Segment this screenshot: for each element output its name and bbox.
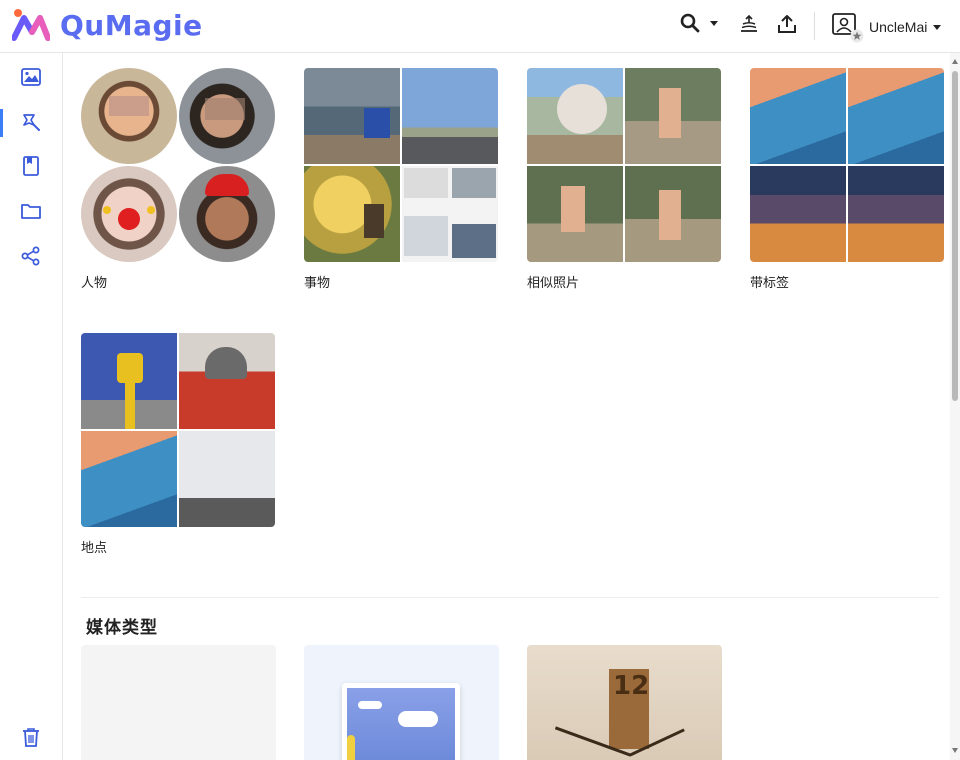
album-label: 带标签 <box>750 275 790 290</box>
avatar <box>831 12 864 43</box>
search-button[interactable] <box>680 13 720 33</box>
album-label: 人物 <box>81 275 108 290</box>
image-placeholder-icon <box>342 683 460 760</box>
album-people[interactable]: 人物 <box>81 68 277 291</box>
thing-thumbnail <box>304 68 400 164</box>
app-logo[interactable]: QuMagie <box>12 8 203 42</box>
photos-icon <box>21 68 41 86</box>
caret-down-icon <box>933 25 942 30</box>
similar-thumbnail <box>527 68 623 164</box>
chevron-down-icon <box>710 21 718 26</box>
place-thumbnail <box>81 333 177 429</box>
scroll-down-icon[interactable] <box>952 748 958 753</box>
album-thumbnail-grid <box>304 68 500 264</box>
person-thumbnail <box>81 166 177 262</box>
person-thumbnail <box>179 166 275 262</box>
place-thumbnail <box>81 431 177 527</box>
sidebar-item-photos[interactable] <box>0 60 62 94</box>
person-thumbnail <box>179 68 275 164</box>
tagged-thumbnail <box>848 166 944 262</box>
album-thumbnail-grid <box>81 68 277 264</box>
album-similar-photos[interactable]: 相似照片 <box>527 68 723 291</box>
toolbar-divider <box>814 12 815 40</box>
clock-thumbnail: 12 <box>609 669 649 749</box>
main-content: 人物 事物 相似照片 带标签 地点 媒体类型 12 <box>63 53 948 760</box>
sidebar-item-folders[interactable] <box>0 194 62 228</box>
thing-thumbnail <box>304 166 400 262</box>
album-label: 事物 <box>304 275 331 290</box>
thing-thumbnail <box>402 68 498 164</box>
share-icon <box>21 246 40 266</box>
album-thumbnail-grid <box>81 333 277 529</box>
thing-thumbnail <box>402 166 498 262</box>
album-label: 相似照片 <box>527 275 580 290</box>
upload-button[interactable] <box>776 13 798 35</box>
similar-thumbnail <box>625 68 721 164</box>
album-thumbnail-grid <box>750 68 946 264</box>
folder-icon <box>21 204 41 219</box>
top-bar: QuMagie UncleMai <box>0 0 960 53</box>
scrollbar[interactable] <box>950 53 960 760</box>
similar-thumbnail <box>527 166 623 262</box>
user-name: UncleMai <box>869 19 928 35</box>
place-thumbnail <box>179 333 275 429</box>
tagged-thumbnail <box>750 166 846 262</box>
sidebar-item-albums[interactable] <box>0 149 62 183</box>
album-places[interactable]: 地点 <box>81 333 277 556</box>
album-things[interactable]: 事物 <box>304 68 500 291</box>
tagged-thumbnail <box>848 68 944 164</box>
tagged-thumbnail <box>750 68 846 164</box>
media-type-card[interactable]: 12 <box>527 645 722 760</box>
magic-wand-icon <box>23 114 40 131</box>
background-tasks-button[interactable] <box>738 13 760 35</box>
album-icon <box>23 156 39 176</box>
media-type-card[interactable] <box>81 645 276 760</box>
person-thumbnail <box>81 68 177 164</box>
sidebar <box>0 53 63 760</box>
place-thumbnail <box>179 431 275 527</box>
sidebar-item-trash[interactable] <box>0 720 62 754</box>
qumagie-logo-icon <box>12 9 50 41</box>
scroll-up-icon[interactable] <box>952 59 958 64</box>
sidebar-item-shared[interactable] <box>0 239 62 273</box>
upload-icon <box>778 15 796 33</box>
tasks-stack-icon <box>741 14 757 32</box>
similar-thumbnail <box>625 166 721 262</box>
album-label: 地点 <box>81 540 108 555</box>
section-divider <box>81 597 939 598</box>
star-badge-icon <box>850 29 864 43</box>
search-icon <box>680 13 700 33</box>
album-thumbnail-grid <box>527 68 723 264</box>
media-type-card[interactable] <box>304 645 499 760</box>
scroll-thumb[interactable] <box>952 71 958 401</box>
user-menu[interactable]: UncleMai <box>831 12 942 43</box>
sidebar-item-smart-albums[interactable] <box>0 105 62 139</box>
clock-number: 12 <box>613 671 650 701</box>
album-tagged[interactable]: 带标签 <box>750 68 946 291</box>
app-name: QuMagie <box>60 8 203 42</box>
section-title-media-type: 媒体类型 <box>86 618 158 637</box>
trash-icon <box>23 728 39 747</box>
